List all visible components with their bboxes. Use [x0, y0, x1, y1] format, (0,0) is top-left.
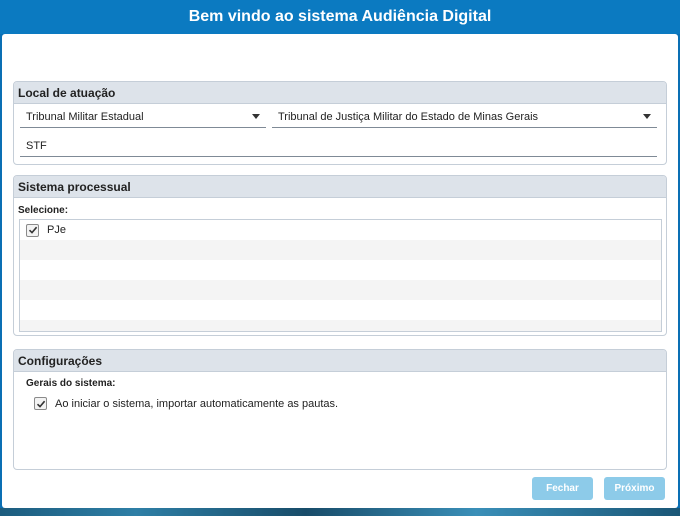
- main-panel: Local de atuação Tribunal Militar Estadu…: [2, 34, 678, 508]
- tribunal-combo[interactable]: Tribunal de Justiça Militar do Estado de…: [272, 106, 657, 128]
- sistema-group: Sistema processual Selecione: PJe: [13, 175, 667, 336]
- sistema-list[interactable]: PJe: [19, 219, 662, 332]
- list-item[interactable]: PJe: [20, 220, 661, 240]
- list-item: [20, 280, 661, 300]
- pje-label: PJe: [47, 224, 66, 236]
- tribunal-value: Tribunal de Justiça Militar do Estado de…: [278, 110, 539, 123]
- local-header: Local de atuação: [14, 82, 666, 104]
- sistema-header: Sistema processual: [14, 176, 666, 198]
- tribunal-type-combo[interactable]: Tribunal Militar Estadual: [20, 106, 266, 128]
- close-button[interactable]: Fechar: [532, 477, 593, 500]
- window-titlebar: Bem vindo ao sistema Audiência Digital: [0, 0, 680, 34]
- auto-import-label: Ao iniciar o sistema, importar automatic…: [55, 397, 339, 410]
- local-group: Local de atuação Tribunal Militar Estadu…: [13, 81, 667, 165]
- tribunal-type-value: Tribunal Militar Estadual: [26, 110, 144, 123]
- chevron-down-icon: [252, 114, 260, 119]
- chevron-down-icon: [643, 114, 651, 119]
- config-subheader: Gerais do sistema:: [26, 378, 116, 389]
- pje-checkbox[interactable]: [26, 223, 39, 237]
- list-item: [20, 320, 661, 331]
- list-item: [20, 300, 661, 320]
- select-label: Selecione:: [18, 205, 69, 216]
- config-header: Configurações: [14, 350, 666, 372]
- auto-import-option[interactable]: Ao iniciar o sistema, importar automatic…: [34, 397, 338, 410]
- check-icon: [28, 226, 37, 234]
- desktop-background: [0, 508, 680, 516]
- window-title: Bem vindo ao sistema Audiência Digital: [188, 8, 492, 25]
- orgao-field[interactable]: STF: [20, 135, 657, 157]
- auto-import-checkbox[interactable]: [34, 397, 47, 410]
- list-item: [20, 260, 661, 280]
- list-item: [20, 240, 661, 260]
- check-icon: [36, 400, 45, 408]
- orgao-value: STF: [26, 139, 47, 152]
- next-button[interactable]: Próximo: [604, 477, 665, 500]
- config-group: Configurações Gerais do sistema: Ao inic…: [13, 349, 667, 470]
